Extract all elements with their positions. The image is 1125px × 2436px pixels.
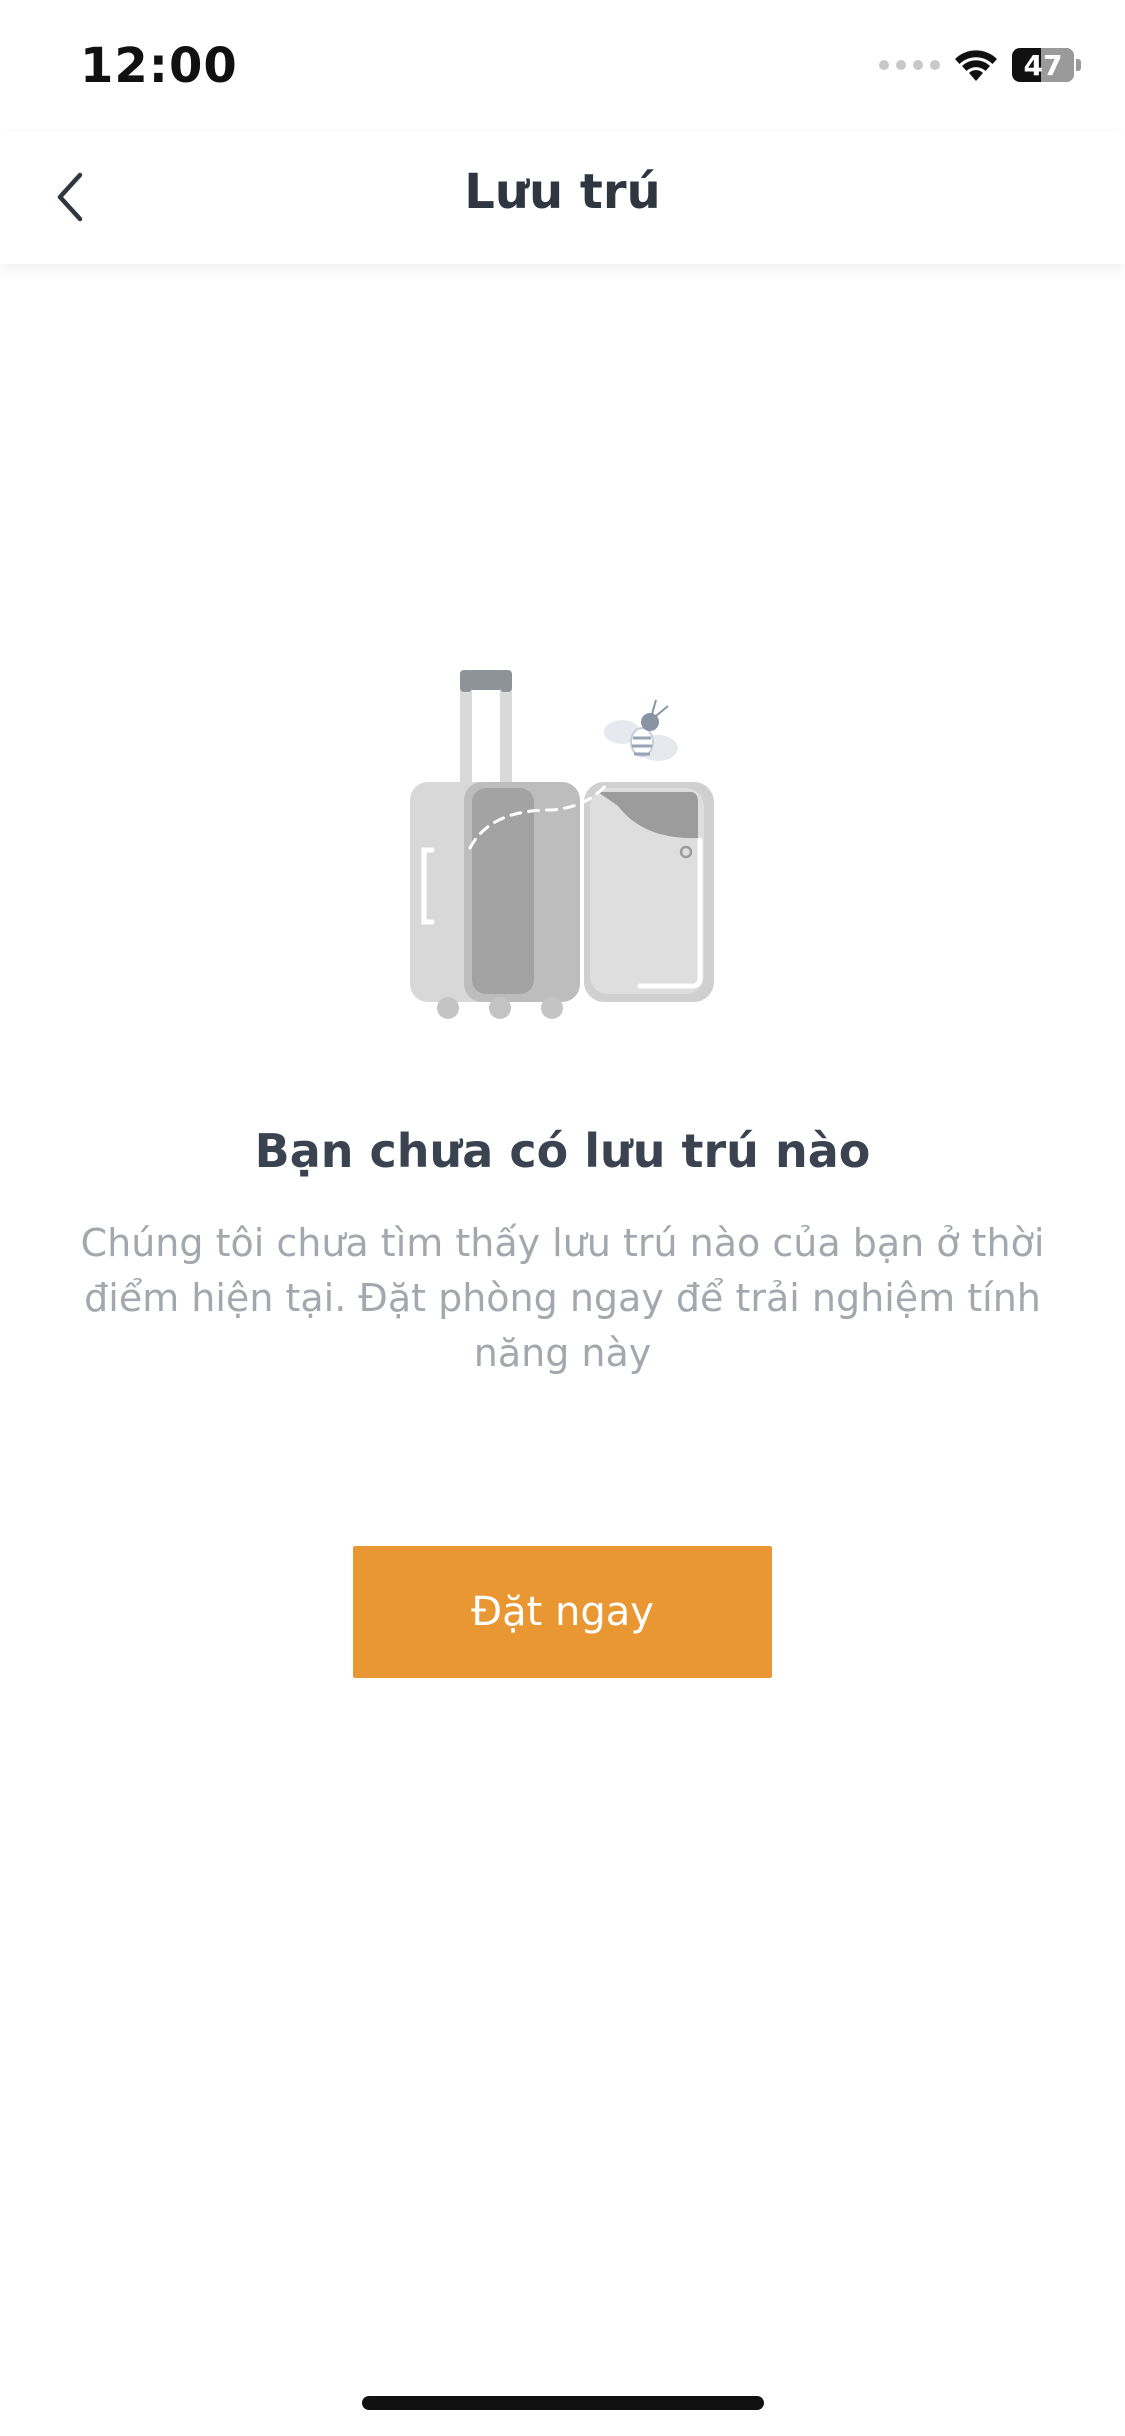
page-title: Lưu trú <box>464 164 661 220</box>
book-now-label: Đặt ngay <box>471 1589 654 1635</box>
empty-state-description: Chúng tôi chưa tìm thấy lưu trú nào của … <box>80 1221 1045 1375</box>
book-now-button[interactable]: Đặt ngay <box>353 1546 772 1678</box>
navigation-header: Lưu trú <box>0 132 1125 264</box>
status-time: 12:00 <box>80 38 238 94</box>
status-bar: 12:00 47 <box>0 0 1125 132</box>
wifi-icon <box>955 50 997 81</box>
battery-icon: 47 <box>1012 48 1081 82</box>
home-indicator[interactable] <box>362 2396 764 2410</box>
empty-state-title: Bạn chưa có lưu trú nào <box>254 1124 871 1178</box>
open-suitcase-illustration <box>410 670 714 1019</box>
status-icons: 47 <box>879 48 1081 82</box>
battery-level: 47 <box>1023 48 1063 82</box>
screen: 12:00 47 Lưu trú Bạn chưa có lưu trú nào… <box>0 0 1125 2436</box>
cellular-signal-icon <box>879 60 940 70</box>
